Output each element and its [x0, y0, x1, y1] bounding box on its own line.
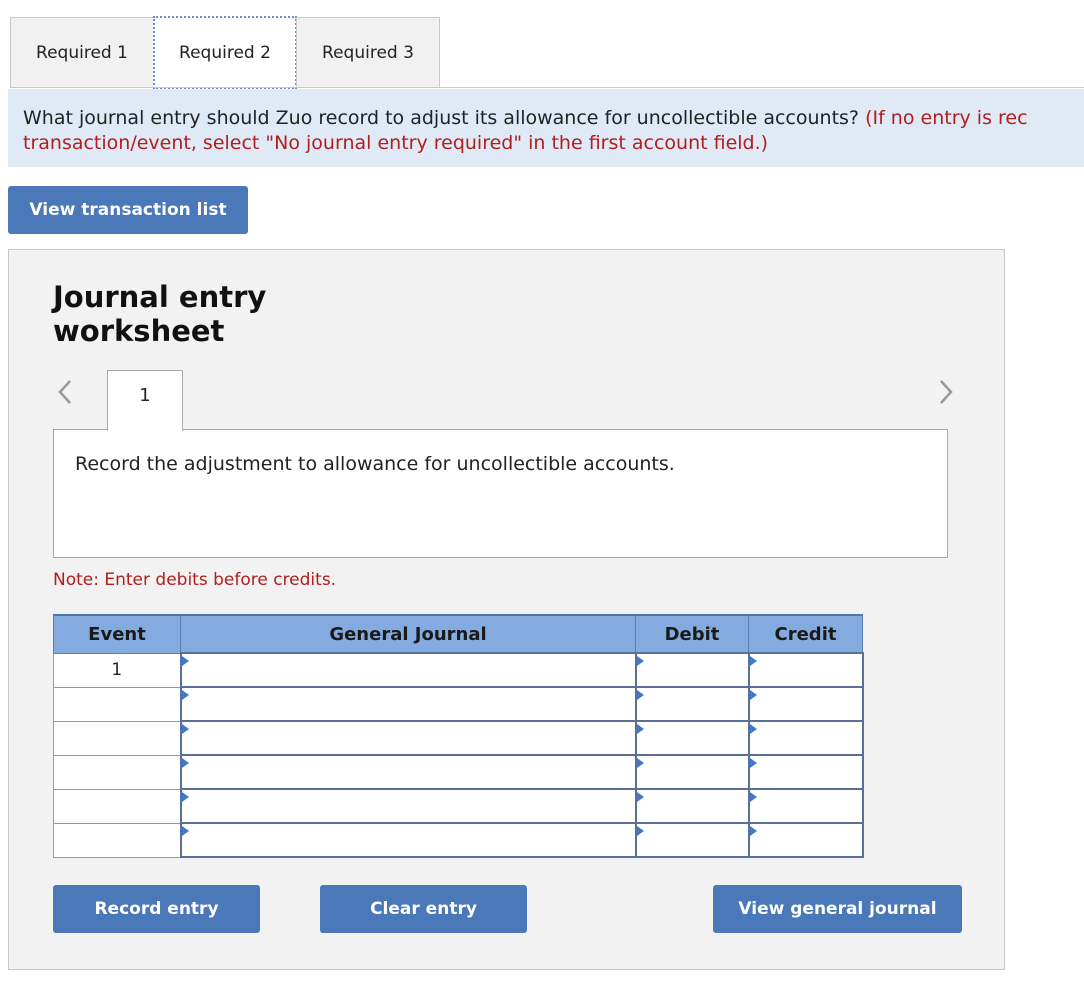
debit-credit-note: Note: Enter debits before credits.: [53, 570, 337, 590]
worksheet-title-line2: worksheet: [53, 314, 225, 348]
journal-table-header: Event General Journal Debit Credit: [53, 614, 863, 654]
header-credit: Credit: [748, 614, 863, 654]
credit-input[interactable]: [747, 686, 864, 723]
debit-input[interactable]: [634, 754, 750, 791]
table-row: [53, 754, 864, 791]
chevron-left-icon[interactable]: [53, 378, 77, 406]
view-general-journal-button[interactable]: View general journal: [713, 885, 962, 933]
question-banner: What journal entry should Zuo record to …: [8, 89, 1084, 167]
entry-instruction: Record the adjustment to allowance for u…: [53, 429, 948, 558]
event-cell: 1: [53, 652, 181, 688]
view-transaction-list-button[interactable]: View transaction list: [8, 186, 248, 234]
event-cell: [53, 788, 181, 824]
journal-entry-worksheet: Journal entry worksheet 1 Record the adj…: [8, 249, 1005, 970]
entry-step-tab[interactable]: 1: [107, 370, 183, 431]
tab-required-3[interactable]: Required 3: [296, 17, 440, 87]
chevron-right-icon[interactable]: [934, 378, 958, 406]
tab-required-2[interactable]: Required 2: [153, 16, 297, 89]
account-select[interactable]: [179, 822, 637, 859]
table-row: [53, 720, 864, 757]
event-cell: [53, 754, 181, 790]
header-event: Event: [53, 614, 181, 654]
event-cell: [53, 822, 181, 858]
table-row: [53, 788, 864, 825]
table-row: [53, 822, 864, 859]
record-entry-button[interactable]: Record entry: [53, 885, 260, 933]
account-select[interactable]: [179, 754, 637, 791]
worksheet-title-line1: Journal entry: [53, 280, 267, 314]
account-select[interactable]: [179, 788, 637, 825]
credit-input[interactable]: [747, 652, 864, 689]
credit-input[interactable]: [747, 822, 864, 859]
debit-input[interactable]: [634, 822, 750, 859]
question-note-continued: transaction/event, select "No journal en…: [23, 132, 769, 154]
question-note: (If no entry is rec: [865, 107, 1028, 129]
debit-input[interactable]: [634, 788, 750, 825]
account-select[interactable]: [179, 720, 637, 757]
table-row: [53, 686, 864, 723]
debit-input[interactable]: [634, 652, 750, 689]
tab-required-1[interactable]: Required 1: [10, 17, 154, 87]
table-row: 1: [53, 652, 864, 689]
debit-input[interactable]: [634, 720, 750, 757]
header-general-journal: General Journal: [180, 614, 636, 654]
account-select[interactable]: [179, 652, 637, 689]
event-cell: [53, 720, 181, 756]
credit-input[interactable]: [747, 788, 864, 825]
clear-entry-button[interactable]: Clear entry: [320, 885, 527, 933]
header-debit: Debit: [635, 614, 749, 654]
credit-input[interactable]: [747, 754, 864, 791]
tab-divider: [10, 87, 1084, 88]
event-cell: [53, 686, 181, 722]
account-select[interactable]: [179, 686, 637, 723]
question-text: What journal entry should Zuo record to …: [23, 107, 860, 129]
credit-input[interactable]: [747, 720, 864, 757]
instruction-text: Record the adjustment to allowance for u…: [75, 453, 675, 475]
journal-table: Event General Journal Debit Credit 1: [53, 614, 864, 859]
debit-input[interactable]: [634, 686, 750, 723]
worksheet-title: Journal entry worksheet: [53, 280, 266, 348]
